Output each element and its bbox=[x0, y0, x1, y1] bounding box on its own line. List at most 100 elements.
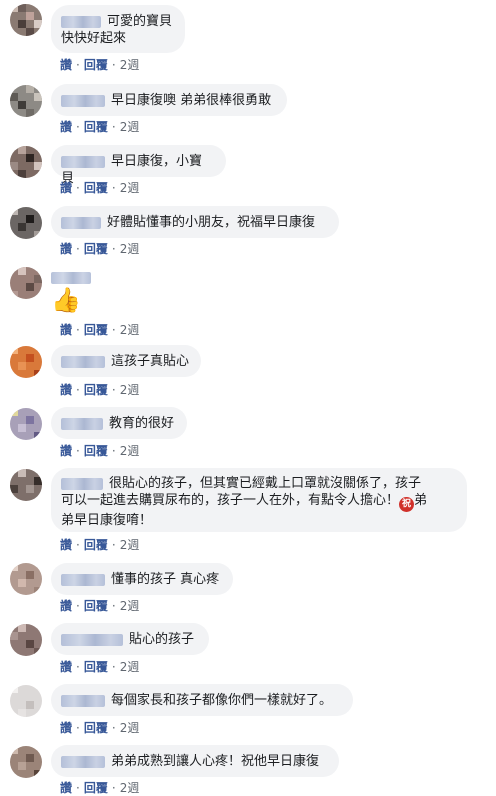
comment-actions: 讚 · 回覆 · 2週 bbox=[60, 242, 140, 256]
like-link[interactable]: 讚 bbox=[60, 181, 72, 195]
comment-text: 貼心的孩子 bbox=[129, 632, 195, 647]
timestamp[interactable]: 2週 bbox=[120, 538, 140, 552]
timestamp[interactable]: 2週 bbox=[120, 444, 140, 458]
reply-link[interactable]: 回覆 bbox=[84, 120, 108, 134]
comment-actions: 讚 · 回覆 · 2週 bbox=[60, 120, 140, 134]
avatar[interactable] bbox=[10, 346, 42, 378]
timestamp[interactable]: 2週 bbox=[120, 120, 140, 134]
commenter-name[interactable] bbox=[61, 755, 105, 768]
reply-link[interactable]: 回覆 bbox=[84, 181, 108, 195]
avatar[interactable] bbox=[10, 85, 42, 117]
timestamp[interactable]: 2週 bbox=[120, 660, 140, 674]
avatar[interactable] bbox=[10, 207, 42, 239]
comment-actions: 讚 · 回覆 · 2週 bbox=[60, 660, 140, 674]
like-link[interactable]: 讚 bbox=[60, 120, 72, 134]
reply-link[interactable]: 回覆 bbox=[84, 323, 108, 337]
comment-bubble: 好體貼懂事的小朋友，祝福早日康復 bbox=[51, 206, 339, 238]
comment-text: 好體貼懂事的小朋友，祝福早日康復 bbox=[107, 215, 316, 230]
commenter-name[interactable] bbox=[61, 573, 105, 586]
comment-bubble: 可愛的寶貝 快快好起來 bbox=[51, 5, 185, 53]
comment-actions: 讚 · 回覆 · 2週 bbox=[60, 323, 140, 337]
like-link[interactable]: 讚 bbox=[60, 721, 72, 735]
comment-text: 懂事的孩子 真心疼 bbox=[111, 572, 220, 587]
comment-text: 很貼心的孩子，但其實已經戴上口罩就沒關係了，孩子 bbox=[109, 476, 422, 491]
commenter-name[interactable] bbox=[61, 216, 101, 229]
commenter-name[interactable] bbox=[61, 477, 103, 490]
comment-actions: 讚 · 回覆 · 2週 bbox=[60, 181, 140, 195]
reply-link[interactable]: 回覆 bbox=[84, 58, 108, 72]
comment-actions: 讚 · 回覆 · 2週 bbox=[60, 58, 140, 72]
reply-link[interactable]: 回覆 bbox=[84, 444, 108, 458]
comment-bubble: 每個家長和孩子都像你們一樣就好了。 bbox=[51, 684, 353, 716]
comment-text: 每個家長和孩子都像你們一樣就好了。 bbox=[111, 693, 333, 708]
commenter-name[interactable] bbox=[61, 355, 105, 368]
comment-bubble: 很貼心的孩子，但其實已經戴上口罩就沒關係了，孩子 可以一起進去購買尿布的，孩子一… bbox=[51, 468, 467, 532]
avatar[interactable] bbox=[10, 4, 42, 36]
comment-actions: 讚 · 回覆 · 2週 bbox=[60, 721, 140, 735]
commenter-name[interactable] bbox=[61, 694, 105, 707]
congrats-emoji-icon: 祝 bbox=[399, 497, 415, 512]
timestamp[interactable]: 2週 bbox=[120, 181, 140, 195]
comment-actions: 讚 · 回覆 · 2週 bbox=[60, 538, 140, 552]
comment-text: 弟弟成熟到讓人心疼！祝他早日康復 bbox=[111, 754, 320, 769]
like-link[interactable]: 讚 bbox=[60, 599, 72, 613]
comment-text: 早日康復噢 弟弟很棒很勇敢 bbox=[111, 93, 272, 108]
reply-link[interactable]: 回覆 bbox=[84, 660, 108, 674]
comment-text: 弟早日康復唷！ bbox=[61, 513, 153, 528]
comment-text: 快快好起來 bbox=[61, 31, 127, 46]
avatar[interactable] bbox=[10, 685, 42, 717]
commenter-name[interactable] bbox=[61, 15, 101, 28]
timestamp[interactable]: 2週 bbox=[120, 323, 140, 337]
reply-link[interactable]: 回覆 bbox=[84, 721, 108, 735]
like-link[interactable]: 讚 bbox=[60, 383, 72, 397]
comment-actions: 讚 · 回覆 · 2週 bbox=[60, 444, 140, 458]
commenter-name[interactable] bbox=[61, 417, 103, 430]
comment-bubble: 弟弟成熟到讓人心疼！祝他早日康復 bbox=[51, 745, 339, 777]
comment-text: 可以一起進去購買尿布的，孩子一人在外，有點令人擔心！ bbox=[61, 493, 400, 508]
timestamp[interactable]: 2週 bbox=[120, 781, 140, 795]
reply-link[interactable]: 回覆 bbox=[84, 538, 108, 552]
comment-bubble: 早日康復，小寶貝 bbox=[51, 145, 226, 186]
comment-bubble: 這孩子真貼心 bbox=[51, 345, 201, 377]
avatar[interactable] bbox=[10, 146, 42, 178]
avatar[interactable] bbox=[10, 469, 42, 501]
like-link[interactable]: 讚 bbox=[60, 58, 72, 72]
comment-bubble: 教育的很好 bbox=[51, 407, 187, 439]
comment-actions: 讚 · 回覆 · 2週 bbox=[60, 599, 140, 613]
timestamp[interactable]: 2週 bbox=[120, 242, 140, 256]
commenter-name[interactable] bbox=[61, 633, 123, 646]
comment-actions: 讚 · 回覆 · 2週 bbox=[60, 383, 140, 397]
reply-link[interactable]: 回覆 bbox=[84, 599, 108, 613]
timestamp[interactable]: 2週 bbox=[120, 383, 140, 397]
avatar[interactable] bbox=[10, 563, 42, 595]
like-link[interactable]: 讚 bbox=[60, 538, 72, 552]
commenter-name[interactable] bbox=[61, 155, 105, 168]
comment-bubble: 懂事的孩子 真心疼 bbox=[51, 563, 233, 595]
thumbs-up-icon: 👍 bbox=[51, 286, 81, 314]
reply-link[interactable]: 回覆 bbox=[84, 242, 108, 256]
like-link[interactable]: 讚 bbox=[60, 323, 72, 337]
comment-text: 這孩子真貼心 bbox=[111, 354, 190, 369]
comment-text: 弟 bbox=[414, 493, 428, 508]
timestamp[interactable]: 2週 bbox=[120, 599, 140, 613]
comment-actions: 讚 · 回覆 · 2週 bbox=[60, 781, 140, 795]
reply-link[interactable]: 回覆 bbox=[84, 781, 108, 795]
comment-bubble: 貼心的孩子 bbox=[51, 623, 209, 655]
avatar[interactable] bbox=[10, 624, 42, 656]
commenter-name[interactable] bbox=[51, 271, 91, 284]
comment-bubble: 👍 bbox=[51, 269, 111, 321]
timestamp[interactable]: 2週 bbox=[120, 721, 140, 735]
comment-text: 可愛的寶貝 bbox=[107, 14, 173, 29]
reply-link[interactable]: 回覆 bbox=[84, 383, 108, 397]
timestamp[interactable]: 2週 bbox=[120, 58, 140, 72]
avatar[interactable] bbox=[10, 267, 42, 299]
like-link[interactable]: 讚 bbox=[60, 781, 72, 795]
comment-text: 教育的很好 bbox=[109, 416, 175, 431]
commenter-name[interactable] bbox=[61, 94, 105, 107]
avatar[interactable] bbox=[10, 408, 42, 440]
comment-bubble: 早日康復噢 弟弟很棒很勇敢 bbox=[51, 84, 287, 116]
like-link[interactable]: 讚 bbox=[60, 444, 72, 458]
like-link[interactable]: 讚 bbox=[60, 660, 72, 674]
avatar[interactable] bbox=[10, 746, 42, 778]
like-link[interactable]: 讚 bbox=[60, 242, 72, 256]
